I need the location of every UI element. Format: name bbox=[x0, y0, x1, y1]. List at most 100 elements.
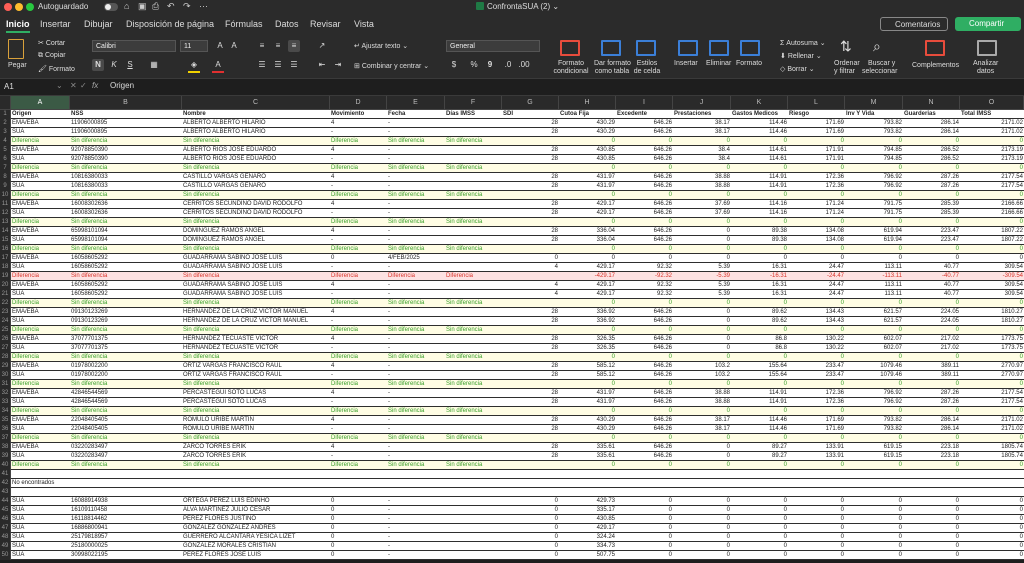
cell-d[interactable]: 0 bbox=[330, 533, 387, 542]
cell-m[interactable]: 619.94 bbox=[845, 236, 903, 245]
cell-k[interactable]: 0 bbox=[731, 542, 788, 551]
cell-g[interactable]: 28 bbox=[502, 335, 559, 344]
cell-f[interactable] bbox=[445, 290, 502, 299]
delete-cells-label[interactable]: Eliminar bbox=[706, 60, 731, 67]
cell-e[interactable]: - bbox=[387, 317, 445, 326]
cell-b[interactable]: 65998101094 bbox=[70, 227, 182, 236]
cell-d[interactable]: 4 bbox=[330, 200, 387, 209]
cell-f[interactable] bbox=[445, 182, 502, 191]
cell-a[interactable]: SUA bbox=[11, 398, 70, 407]
cell-g[interactable]: 0 bbox=[502, 524, 559, 533]
cell-c[interactable]: HERNANDEZ TECUASTE VICTOR bbox=[182, 335, 330, 344]
cell-k[interactable]: 114.91 bbox=[731, 182, 788, 191]
cell-d[interactable]: - bbox=[330, 398, 387, 407]
cell-o[interactable] bbox=[960, 479, 1024, 488]
cell-e[interactable]: - bbox=[387, 551, 445, 560]
cell-l[interactable] bbox=[788, 488, 845, 497]
cell-l[interactable]: 171.69 bbox=[788, 425, 845, 434]
cell-h[interactable]: 0 bbox=[559, 407, 616, 416]
fill-color-icon[interactable]: ◈ bbox=[188, 59, 200, 73]
cell-b[interactable]: Sin diferencia bbox=[70, 272, 182, 281]
cell-a[interactable]: SUA bbox=[11, 533, 70, 542]
cell-j[interactable]: 0 bbox=[673, 164, 731, 173]
cell-n[interactable]: 285.39 bbox=[903, 209, 960, 218]
cell-e[interactable]: - bbox=[387, 506, 445, 515]
cell-m[interactable]: 621.57 bbox=[845, 317, 903, 326]
cell-l[interactable]: 0 bbox=[788, 551, 845, 560]
cell-o[interactable]: 0 bbox=[960, 191, 1024, 200]
cell-j[interactable]: 0 bbox=[673, 137, 731, 146]
cell-h[interactable]: 430.29 bbox=[559, 425, 616, 434]
cell-m[interactable]: 0 bbox=[845, 254, 903, 263]
cell-i[interactable]: 0 bbox=[616, 506, 673, 515]
cell-a[interactable]: EMA/EBA bbox=[11, 443, 70, 452]
cell-b[interactable]: 37077701375 bbox=[70, 344, 182, 353]
cell-k[interactable]: 114.46 bbox=[731, 128, 788, 137]
cell-e[interactable]: - bbox=[387, 209, 445, 218]
cell-d[interactable]: - bbox=[330, 209, 387, 218]
row-number[interactable]: 2 bbox=[0, 119, 11, 128]
cell-k[interactable]: 0 bbox=[731, 191, 788, 200]
cell-e[interactable]: Sin diferencia bbox=[387, 191, 445, 200]
cell-o[interactable]: 0 bbox=[960, 506, 1024, 515]
column-header-b[interactable]: B bbox=[70, 96, 182, 109]
cell-m[interactable]: 619.15 bbox=[845, 443, 903, 452]
column-header-i[interactable]: I bbox=[616, 96, 673, 109]
cell-n[interactable]: 0 bbox=[903, 497, 960, 506]
cell-o[interactable]: 2173.19 bbox=[960, 146, 1024, 155]
cell-a[interactable]: SUA bbox=[11, 515, 70, 524]
cell-l[interactable]: 24.47 bbox=[788, 263, 845, 272]
cell-j[interactable]: 0 bbox=[673, 191, 731, 200]
row-number[interactable]: 45 bbox=[0, 506, 11, 515]
cell-j[interactable]: 0 bbox=[673, 317, 731, 326]
cell-f[interactable]: Diferencia bbox=[445, 272, 502, 281]
cell-j[interactable]: 0 bbox=[673, 344, 731, 353]
cell-l[interactable]: 133.91 bbox=[788, 452, 845, 461]
minimize-window-button[interactable] bbox=[15, 3, 23, 11]
cell-j[interactable]: 0 bbox=[673, 254, 731, 263]
cell-b[interactable]: 16088914938 bbox=[70, 497, 182, 506]
cell-g[interactable]: 0 bbox=[502, 506, 559, 515]
cell-o[interactable]: 2166.66 bbox=[960, 209, 1024, 218]
cell-g[interactable]: 28 bbox=[502, 200, 559, 209]
cell-l[interactable]: 233.47 bbox=[788, 362, 845, 371]
cell-e[interactable]: - bbox=[387, 362, 445, 371]
cell-e[interactable]: - bbox=[387, 452, 445, 461]
cell-n[interactable]: 0 bbox=[903, 137, 960, 146]
cell-e[interactable]: - bbox=[387, 182, 445, 191]
cell-d[interactable]: 4 bbox=[330, 308, 387, 317]
cell-f[interactable] bbox=[445, 308, 502, 317]
cell-c[interactable]: CASTILLO VARGAS GENARO bbox=[182, 182, 330, 191]
cell-m[interactable]: 602.07 bbox=[845, 335, 903, 344]
cell-o[interactable]: 1810.27 bbox=[960, 317, 1024, 326]
comments-button[interactable]: Comentarios bbox=[880, 17, 948, 31]
italic-button[interactable]: K bbox=[108, 59, 120, 71]
cell-g[interactable] bbox=[502, 461, 559, 470]
cell-i[interactable]: 646.26 bbox=[616, 398, 673, 407]
bold-button[interactable]: N bbox=[92, 59, 104, 71]
cell-f[interactable]: Sin diferencia bbox=[445, 434, 502, 443]
cell-j[interactable]: 0 bbox=[673, 542, 731, 551]
cell-a[interactable]: Diferencia bbox=[11, 137, 70, 146]
cell-k[interactable]: 155.64 bbox=[731, 371, 788, 380]
cell-i[interactable]: 0 bbox=[616, 380, 673, 389]
cell-d[interactable]: - bbox=[330, 128, 387, 137]
cell-e[interactable]: Sin diferencia bbox=[387, 137, 445, 146]
cell-i[interactable]: 0 bbox=[616, 515, 673, 524]
cell-c[interactable]: Sin diferencia bbox=[182, 191, 330, 200]
row-number[interactable]: 6 bbox=[0, 155, 11, 164]
cell-g[interactable]: 28 bbox=[502, 416, 559, 425]
cell-j[interactable]: 0 bbox=[673, 308, 731, 317]
cell-d[interactable]: 4 bbox=[330, 416, 387, 425]
cell-i[interactable]: 92.32 bbox=[616, 281, 673, 290]
sort-filter-label-2[interactable]: y filtrar bbox=[834, 68, 855, 75]
cell-h[interactable]: 430.29 bbox=[559, 128, 616, 137]
cell-g[interactable]: 28 bbox=[502, 173, 559, 182]
cell-m[interactable]: Inv Y Vida bbox=[845, 110, 903, 119]
cell-k[interactable]: 0 bbox=[731, 326, 788, 335]
cell-l[interactable]: 24.47 bbox=[788, 281, 845, 290]
column-header-h[interactable]: H bbox=[559, 96, 616, 109]
cell-i[interactable]: 646.26 bbox=[616, 227, 673, 236]
cell-l[interactable]: 24.47 bbox=[788, 290, 845, 299]
cell-h[interactable]: 336.92 bbox=[559, 308, 616, 317]
